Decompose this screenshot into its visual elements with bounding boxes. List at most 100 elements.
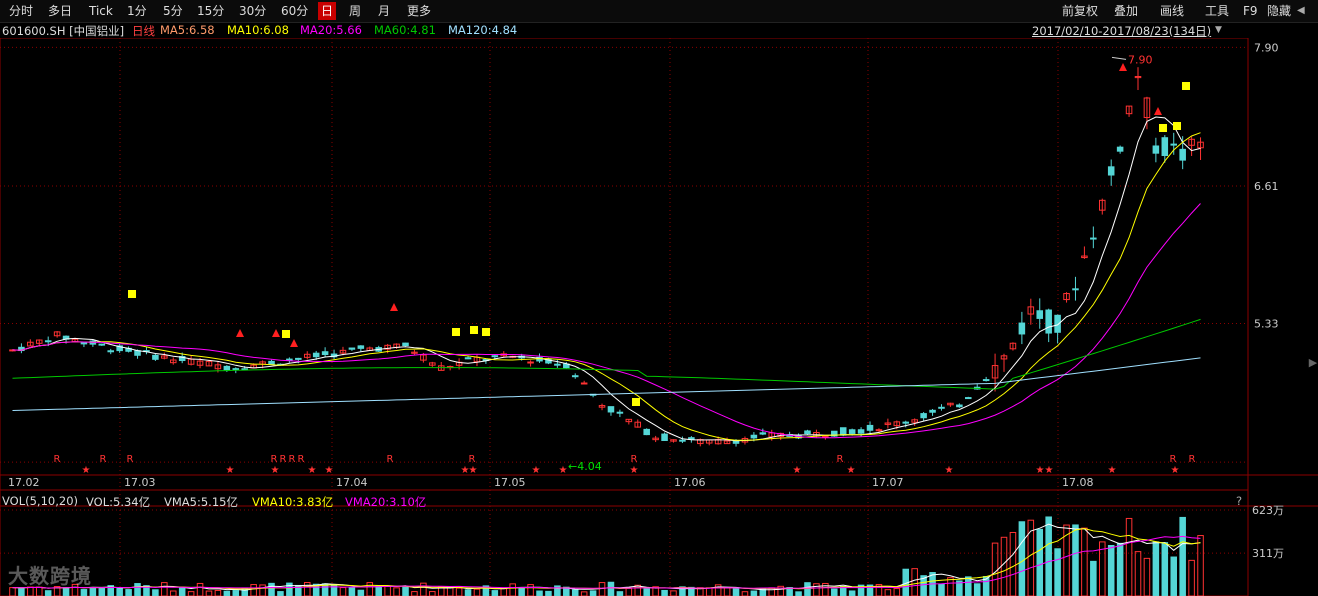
volume-bar (169, 590, 177, 596)
tab-monthly[interactable]: 月 (375, 2, 393, 20)
signal-star-label: ★ (325, 465, 334, 476)
watermark-logo: 大数跨境 (8, 564, 92, 588)
sell-signal-marker (1173, 122, 1181, 130)
volume-bar (348, 586, 356, 596)
volume-bar (1161, 542, 1169, 596)
tools-button[interactable]: 工具 (1205, 2, 1229, 20)
volume-bar (268, 582, 275, 596)
candle-body (44, 340, 52, 343)
tab-multi-day[interactable]: 多日 (45, 2, 75, 20)
tab-tick[interactable]: Tick (86, 2, 116, 20)
volume-bar (214, 589, 222, 596)
volume-bar (80, 589, 88, 596)
candle-body (938, 406, 945, 409)
candle-body (580, 382, 588, 385)
tab-60min[interactable]: 60分 (278, 2, 311, 20)
signal-star-label: ★ (1108, 465, 1117, 476)
signal-r-label: R (271, 454, 278, 465)
candle-body (875, 429, 883, 432)
volume-bar (527, 584, 534, 596)
tab-1min[interactable]: 1分 (124, 2, 150, 20)
volume-bar (116, 587, 123, 596)
candle-body (616, 411, 624, 414)
tab-30min[interactable]: 30分 (236, 2, 269, 20)
signal-r-label: R (54, 454, 61, 465)
tab-more[interactable]: 更多 (404, 2, 434, 20)
volume-bar (723, 587, 731, 596)
signal-r-label: R (298, 454, 305, 465)
vol-title: VOL(5,10,20) (2, 494, 78, 508)
volume-bar (1152, 541, 1160, 596)
tab-daily[interactable]: 日 (318, 2, 337, 20)
volume-bar (643, 588, 650, 596)
period-toolbar: 分时 多日 Tick 1分 5分 15分 30分 60分 日 周 月 更多 前复… (0, 0, 1318, 23)
price-tick-label: 7.90 (1254, 41, 1279, 54)
tab-weekly[interactable]: 周 (346, 2, 364, 20)
volume-bar (178, 586, 186, 596)
candle-body (1170, 143, 1178, 146)
volume-bar (134, 583, 141, 596)
volume-bar (196, 582, 204, 596)
candle-body (902, 421, 910, 424)
volume-bar (1107, 545, 1115, 596)
signal-star-label: ★ (532, 465, 541, 476)
signal-r-label: R (631, 454, 638, 465)
candle-body (679, 439, 686, 442)
volume-bar (732, 588, 740, 596)
volume-bar (571, 589, 579, 596)
tab-5min[interactable]: 5分 (160, 2, 186, 20)
hide-button[interactable]: 隐藏 (1267, 2, 1291, 20)
x-tick-label: 17.05 (494, 476, 526, 489)
scroll-right-icon[interactable]: ▶ (1308, 352, 1318, 374)
tab-fenshi[interactable]: 分时 (6, 2, 36, 20)
candle-body (956, 404, 963, 408)
dropdown-icon[interactable]: ▼ (1215, 25, 1222, 35)
candle-body (839, 427, 847, 436)
draw-line-button[interactable]: 画线 (1160, 2, 1184, 20)
high-price-pointer (1111, 56, 1127, 60)
signal-r-label: R (280, 454, 287, 465)
candle-body (295, 357, 302, 360)
candle-body (1018, 322, 1026, 335)
overlay-button[interactable]: 叠加 (1114, 2, 1138, 20)
volume-bar (589, 590, 597, 596)
volume-bar (813, 583, 820, 596)
collapse-icon[interactable]: ◀ (1297, 2, 1305, 20)
buy-signal-marker (290, 339, 298, 347)
x-tick-label: 17.08 (1062, 476, 1094, 489)
candle-body (232, 368, 240, 371)
volume-bar (1000, 536, 1008, 596)
volume-bar (1072, 524, 1079, 596)
candle-body (857, 429, 865, 434)
volume-bar (98, 587, 106, 596)
volume-bar (1143, 557, 1151, 596)
volume-bar (607, 581, 615, 596)
vma5-value: VMA5:5.15亿 (164, 495, 238, 509)
volume-bar (232, 590, 240, 596)
volume-bar (893, 588, 901, 596)
signal-star-label: ★ (1036, 465, 1045, 476)
forward-adjust-button[interactable]: 前复权 (1062, 2, 1098, 20)
tab-15min[interactable]: 15分 (194, 2, 227, 20)
volume-bar (411, 591, 418, 596)
volume-bar (768, 587, 776, 596)
buy-signal-marker (390, 303, 398, 311)
candle-body (750, 434, 758, 439)
volume-bar (464, 589, 472, 596)
volume-bar (44, 590, 52, 596)
f9-button[interactable]: F9 (1243, 2, 1258, 20)
volume-bar (500, 588, 508, 596)
ma120-line (12, 357, 1201, 411)
candle-body (357, 345, 365, 349)
signal-r-label: R (1189, 454, 1196, 465)
candle-body (402, 342, 409, 347)
volume-bar (1018, 521, 1026, 596)
candle-body (107, 350, 114, 353)
ma10-value: MA10:6.08 (227, 23, 289, 37)
signal-r-label: R (387, 454, 394, 465)
volume-bar (848, 590, 856, 596)
vma20-value: VMA20:3.10亿 (345, 495, 427, 509)
date-range[interactable]: 2017/02/10-2017/08/23(134日) (1032, 23, 1211, 39)
help-icon[interactable]: ? (1236, 494, 1242, 508)
volume-bar (741, 591, 749, 596)
